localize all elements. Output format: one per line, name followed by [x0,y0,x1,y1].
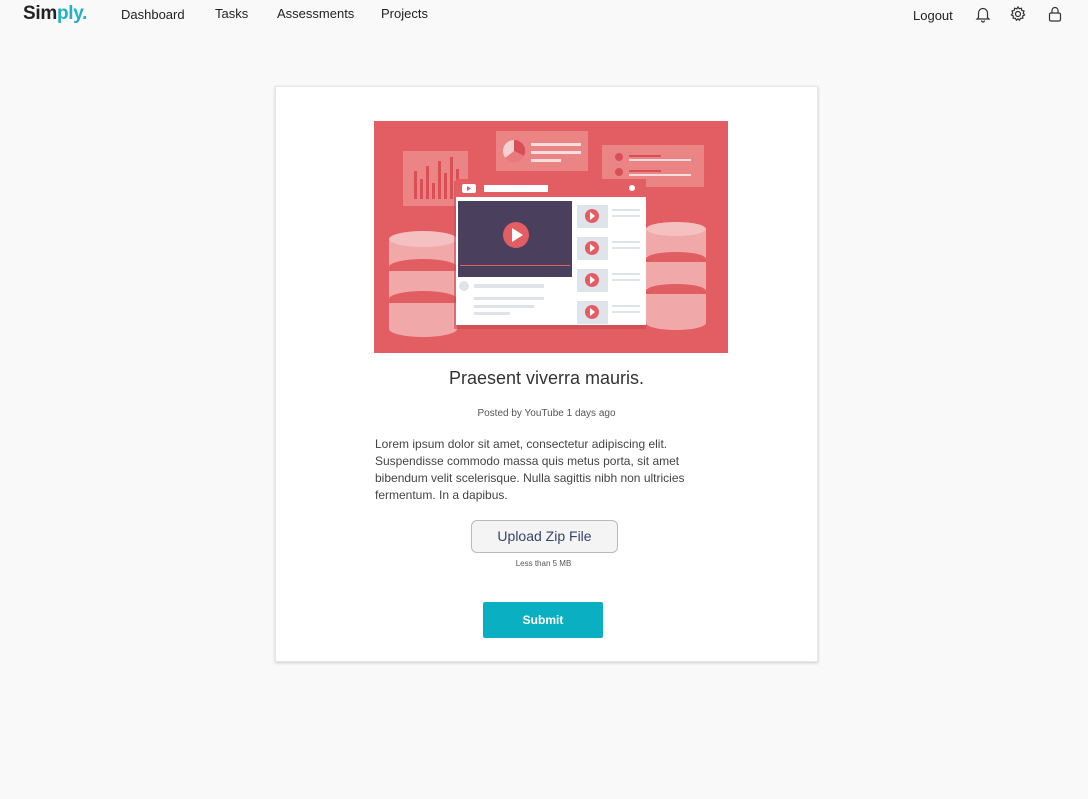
database-left-illustration [389,231,457,337]
user-icon[interactable] [1046,5,1064,23]
database-right-illustration [646,222,706,330]
logout-link[interactable]: Logout [913,8,953,23]
brand-logo-part1: Sim [23,3,57,24]
brand-logo-part2: ply. [56,3,88,24]
submit-button[interactable]: Submit [483,602,603,638]
nav-assessments[interactable]: Assessments [277,6,354,21]
nav-dashboard[interactable]: Dashboard [121,7,185,22]
nav-projects[interactable]: Projects [381,6,428,21]
pie-panel-illustration [496,131,588,171]
post-description: Lorem ipsum dolor sit amet, consectetur … [375,437,685,502]
video-browser-illustration [454,179,646,329]
top-navbar: Simply. Dashboard Tasks Assessments Proj… [0,0,1088,30]
nav-tasks[interactable]: Tasks [215,6,248,21]
hero-illustration [374,121,728,353]
gear-icon[interactable] [1009,5,1027,23]
submission-card: Praesent viverra mauris. Posted by YouTu… [275,86,818,662]
upload-size-hint: Less than 5 MB [515,559,572,568]
upload-zip-button[interactable]: Upload Zip File [471,520,618,553]
post-byline: Posted by YouTube 1 days ago [477,408,616,419]
bell-icon[interactable] [974,5,992,23]
post-title: Praesent viverra mauris. [448,368,645,388]
brand-logo[interactable]: Simply. [23,3,87,25]
